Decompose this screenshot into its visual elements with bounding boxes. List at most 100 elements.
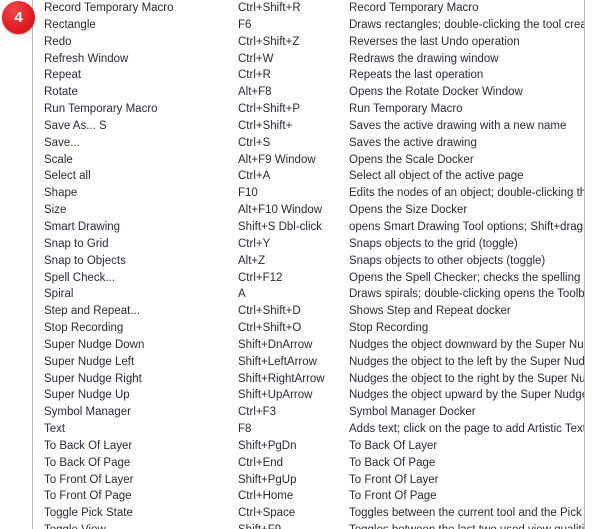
table-row[interactable]: Scale Alt+F9 Window Opens the Scale Docker	[33, 152, 584, 169]
row-command: Stop Recording	[44, 322, 124, 335]
table-row[interactable]: Super Nudge Up Shift+UpArrow Nudges the ob…	[33, 387, 584, 404]
row-command: Super Nudge Up	[44, 389, 130, 402]
row-description: Draws rectangles; double-clicking the to…	[349, 18, 584, 31]
row-shortcut-key: Shift+DnArrow	[238, 338, 313, 351]
row-description: Toggles between the last two used view q…	[349, 522, 584, 529]
row-shortcut-key: Ctrl+Shift+D	[238, 305, 301, 318]
row-shortcut-key: Ctrl+F3	[238, 406, 277, 419]
row-shortcut-key: Alt+Z	[238, 254, 266, 267]
row-description: Shows Step and Repeat docker	[349, 305, 511, 318]
table-row[interactable]: Smart Drawing Shift+S Dbl-click opens Smar…	[33, 219, 584, 236]
row-shortcut-key: Ctrl+A	[238, 170, 271, 183]
table-row[interactable]: Step and Repeat... Ctrl+Shift+D Shows Step…	[33, 303, 584, 320]
row-command: Record Temporary Macro	[44, 2, 174, 14]
row-command: Run Temporary Macro	[44, 103, 158, 116]
table-row[interactable]: Toggle ViewShift+F9Toggles between the l…	[33, 522, 584, 529]
row-command: Toggle View	[44, 522, 240, 529]
row-command: Symbol Manager	[44, 406, 131, 419]
table-row[interactable]: Run Temporary Macro Ctrl+Shift+P Run Tempo…	[33, 101, 584, 118]
row-command: Spell Check...	[44, 271, 115, 284]
row-description: Opens the Size Docker	[349, 204, 468, 217]
table-row[interactable]: Spiral A Draws spirals; double-clicking op…	[33, 286, 584, 303]
row-description: Nudges the object to the left by the Sup…	[349, 355, 584, 368]
row-shortcut-key: Shift+UpArrow	[238, 389, 313, 402]
row-command: Rectangle	[44, 18, 96, 31]
row-shortcut-key: Shift+LeftArrow	[238, 355, 317, 368]
table-row[interactable]: To Back Of Layer Shift+PgDn To Back Of Lay…	[33, 438, 584, 455]
row-command: Step and Repeat...	[44, 305, 140, 318]
row-command: To Back Of Layer	[44, 439, 133, 452]
table-row[interactable]: Refresh Window Ctrl+W Redraws the drawing …	[33, 51, 584, 68]
row-shortcut-key: Alt+F9 Window	[238, 153, 316, 166]
row-description: opens Smart Drawing Tool options; Shift+…	[349, 220, 584, 233]
table-row[interactable]: Repeat Ctrl+R Repeats the last operation	[33, 67, 584, 84]
row-shortcut-key: Ctrl+Space	[238, 507, 296, 520]
row-description: Toggles between the current tool and the…	[349, 507, 584, 520]
row-shortcut-key: Ctrl+Home	[238, 490, 294, 503]
table-row[interactable]: Save... Ctrl+S Saves the active drawing	[33, 135, 584, 152]
row-command: Redo	[44, 35, 72, 48]
row-shortcut-key: Shift+PgUp	[238, 473, 297, 486]
table-row[interactable]: Redo Ctrl+Shift+Z Reverses the last Undo o…	[33, 34, 584, 51]
row-shortcut-key: Ctrl+Y	[238, 237, 271, 250]
row-command: Refresh Window	[44, 52, 129, 65]
row-command: To Front Of Layer	[44, 473, 134, 486]
row-description: Reverses the last Undo operation	[349, 35, 520, 48]
table-row[interactable]: Snap to Objects Alt+Z Snaps objects to ot…	[33, 253, 584, 270]
row-description: To Front Of Page	[349, 490, 437, 503]
row-description: Edits the nodes of an object; double-cli…	[349, 187, 584, 200]
table-row[interactable]: Super Nudge Right Shift+RightArrow Nudges …	[33, 371, 584, 388]
row-shortcut-key: Ctrl+Shift+	[238, 119, 293, 132]
row-shortcut-key: Ctrl+Shift+Z	[238, 35, 300, 48]
row-description: Nudges the object downward by the Super …	[349, 338, 584, 351]
row-shortcut-key: A	[238, 288, 246, 301]
table-row[interactable]: Stop Recording Ctrl+Shift+O Stop Recordin…	[33, 320, 584, 337]
row-command: Shape	[44, 187, 78, 200]
row-description: Draws spirals; double-clicking opens the…	[349, 288, 584, 301]
row-command: Super Nudge Left	[44, 355, 135, 368]
row-shortcut-key: Shift+PgDn	[238, 439, 297, 452]
row-command: Scale	[44, 153, 73, 166]
row-description: Saves the active drawing with a new name	[349, 119, 567, 132]
row-shortcut-key: Ctrl+End	[238, 456, 284, 469]
row-command: Select all	[44, 170, 91, 183]
table-row[interactable]: Snap to Grid Ctrl+Y Snaps objects to the g…	[33, 236, 584, 253]
row-command: Smart Drawing	[44, 220, 121, 233]
row-description: To Back Of Page	[349, 456, 436, 469]
table-row[interactable]: Rotate Alt+F8 Opens the Rotate Docker Wind…	[33, 84, 584, 101]
table-row[interactable]: Super Nudge Down Shift+DnArrow Nudges the …	[33, 337, 584, 354]
row-description: Snaps objects to the grid (toggle)	[349, 237, 518, 250]
row-description: To Back Of Layer	[349, 439, 438, 452]
table-row[interactable]: Toggle Pick State Ctrl+Space Toggles betwe…	[33, 505, 584, 522]
row-shortcut-key: Ctrl+Shift+P	[238, 103, 300, 116]
row-description: Nudges the object upward by the Super Nu…	[349, 389, 584, 402]
table-row[interactable]: To Back Of Page Ctrl+End To Back Of Page	[33, 455, 584, 472]
table-row[interactable]: To Front Of Layer Shift+PgUp To Front Of L…	[33, 472, 584, 489]
row-command: Super Nudge Right	[44, 372, 142, 385]
row-description: Stop Recording	[349, 322, 429, 335]
row-description: Select all object of the active page	[349, 170, 524, 183]
table-row[interactable]: Shape F10 Edits the nodes of an object; do…	[33, 185, 584, 202]
row-shortcut-key: Ctrl+Shift+O	[238, 322, 302, 335]
table-row[interactable]: Size Alt+F10 Window Opens the Size Docker	[33, 202, 584, 219]
table-row[interactable]: Text F8 Adds text; click on the page to ad…	[33, 421, 584, 438]
row-command: Snap to Grid	[44, 237, 109, 250]
table-row[interactable]: Super Nudge Left Shift+LeftArrow Nudges th…	[33, 354, 584, 371]
row-description: Run Temporary Macro	[349, 103, 463, 116]
row-command: Size	[44, 204, 67, 217]
table-row[interactable]: Spell Check... Ctrl+F12 Opens the Spell Ch…	[33, 270, 584, 287]
row-description: Opens the Scale Docker	[349, 153, 474, 166]
row-shortcut-key: Alt+F8	[238, 86, 272, 99]
table-row[interactable]: Save As... S Ctrl+Shift+ Saves the active …	[33, 118, 584, 135]
table-row[interactable]: Select all Ctrl+A Select all object of the…	[33, 168, 584, 185]
row-description: Repeats the last operation	[349, 69, 484, 82]
table-row[interactable]: Record Temporary Macro Ctrl+Shift+R Record…	[33, 0, 584, 17]
table-row[interactable]: To Front Of Page Ctrl+Home To Front Of Pag…	[33, 488, 584, 505]
row-shortcut-key: Ctrl+S	[238, 136, 271, 149]
row-command: Snap to Objects	[44, 254, 126, 267]
table-row[interactable]: Symbol Manager Ctrl+F3 Symbol Manager Dock…	[33, 404, 584, 421]
row-description: Redraws the drawing window	[349, 52, 499, 65]
row-description: Opens the Spell Checker; checks the spel…	[349, 271, 584, 284]
row-shortcut-key: F10	[238, 187, 258, 200]
table-row[interactable]: Rectangle F6 Draws rectangles; double-clic…	[33, 17, 584, 34]
